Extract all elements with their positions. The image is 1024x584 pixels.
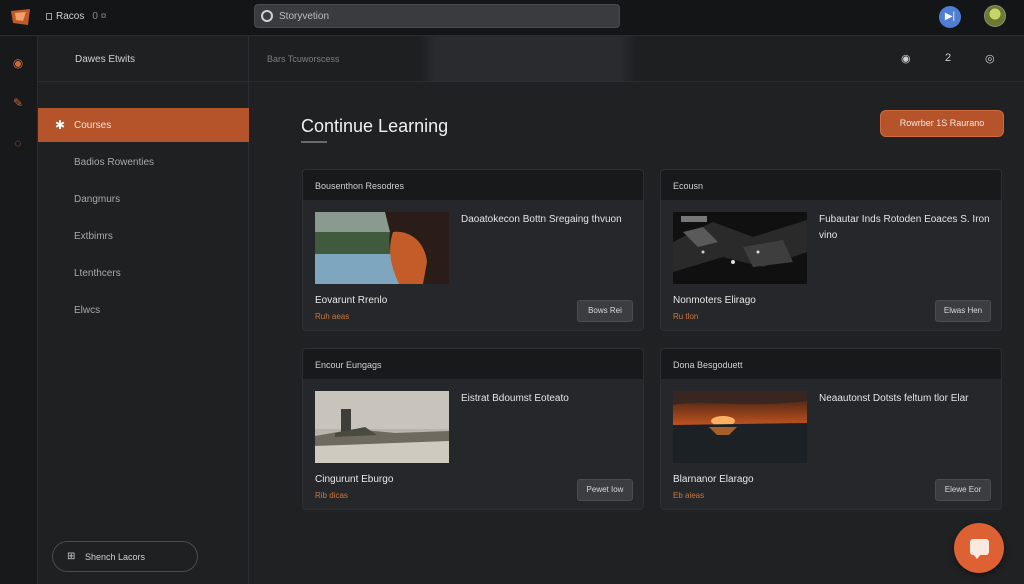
sidebar-item-label: Badios Rowenties: [74, 157, 155, 168]
card-button[interactable]: Pewet Iow: [577, 479, 633, 501]
main-content: Bars Tcuworscess ◉ 2 ◎ Continue Learning…: [249, 36, 1024, 584]
card-meta: Rib dicas: [315, 491, 348, 500]
user-avatar[interactable]: [984, 5, 1006, 27]
card-header: Dona Besgoduett: [661, 349, 1001, 379]
sidebar-item-label: Elwcs: [74, 305, 101, 316]
course-card[interactable]: Bousenthon Resodres Daoatokecon Bottn Sr…: [302, 169, 644, 331]
course-card[interactable]: Dona Besgoduett Neaautonst Dotsts feltum…: [660, 348, 1002, 510]
page-title: Continue Learning: [301, 116, 449, 136]
icon-rail: ◉ ✎ ◌: [0, 36, 38, 584]
course-card[interactable]: Encour Eungags Eistrat Bdoumst Eoteato C…: [302, 348, 644, 510]
card-meta: Ru tlon: [673, 312, 699, 321]
breadcrumb[interactable]: Bars Tcuworscess: [267, 54, 339, 64]
sidebar-item-4[interactable]: Extbimrs: [38, 219, 249, 253]
course-thumbnail: [673, 391, 807, 463]
card-description: Fubautar Inds Rotoden Eoaces S. Iron vin…: [819, 214, 990, 241]
app-title: Racos 0 ¤: [46, 11, 106, 22]
card-button[interactable]: Elwas Hen: [935, 300, 991, 322]
card-title: Nonmoters Elirago: [673, 295, 756, 306]
cta-button[interactable]: Rowrber 1S Raurano: [880, 110, 1004, 137]
chat-fab-button[interactable]: [954, 523, 1004, 573]
card-title: Eovarunt Rrenlo: [315, 295, 388, 306]
title-underline: [301, 141, 327, 143]
sidebar-footer-button[interactable]: ⊞ Shench Lacors: [52, 541, 198, 572]
settings-icon[interactable]: ◉: [901, 52, 911, 65]
sidebar-item-label: Ltenthcers: [74, 268, 121, 279]
card-title: Blarnanor Elarago: [673, 474, 754, 485]
card-description: Daoatokecon Bottn Sregaing thvuon: [461, 214, 622, 225]
window-icon: [46, 13, 52, 20]
sidebar-item-5[interactable]: Ltenthcers: [38, 256, 249, 290]
help-icon[interactable]: ◎: [985, 52, 995, 65]
card-button[interactable]: Elewe Eor: [935, 479, 991, 501]
sidebar-item-courses[interactable]: ✱ Courses: [38, 108, 249, 142]
search-bar[interactable]: [254, 4, 620, 28]
course-thumbnail: [673, 212, 807, 284]
sidebar-header: Dawes Etwits: [38, 36, 248, 82]
course-thumbnail: [315, 212, 449, 284]
sidebar: Dawes Etwits ✱ Courses Badios Rowenties …: [38, 36, 249, 584]
chat-bubble-icon: [970, 539, 989, 559]
main-header: Bars Tcuworscess ◉ 2 ◎: [249, 36, 1024, 82]
card-header: Ecousn: [661, 170, 1001, 200]
card-meta: Eb aieas: [673, 491, 705, 500]
sidebar-item-6[interactable]: Elwcs: [38, 293, 249, 327]
media-button[interactable]: ▶|: [939, 6, 961, 28]
notification-count[interactable]: 2: [945, 52, 951, 64]
card-title: Cingurunt Eburgo: [315, 474, 394, 485]
sidebar-item-2[interactable]: Badios Rowenties: [38, 145, 249, 179]
card-description: Neaautonst Dotsts feltum tlor Elar: [819, 393, 969, 404]
card-header: Encour Eungags: [303, 349, 643, 379]
grid-icon: ⊞: [67, 551, 76, 562]
card-meta: Ruh aeas: [315, 312, 350, 321]
top-bar: Racos0 ¤ ▶|: [0, 0, 1024, 36]
app-logo-icon[interactable]: [10, 8, 32, 26]
home-icon[interactable]: ◉: [11, 56, 25, 70]
card-description: Eistrat Bdoumst Eoteato: [461, 393, 569, 404]
card-header: Bousenthon Resodres: [303, 170, 643, 200]
search-input[interactable]: [279, 9, 599, 23]
sidebar-item-3[interactable]: Dangmurs: [38, 182, 249, 216]
course-card[interactable]: Ecousn Fubautar Inds Rotoden Eoaces S. I…: [660, 169, 1002, 331]
bell-icon[interactable]: ◌: [11, 136, 25, 150]
card-button[interactable]: Bows Rei: [577, 300, 633, 322]
footer-button-label: Shench Lacors: [85, 552, 146, 562]
search-icon: [261, 10, 273, 22]
sidebar-item-label: Courses: [74, 120, 112, 131]
star-icon: ✱: [55, 118, 66, 132]
course-thumbnail: [315, 391, 449, 463]
edit-icon[interactable]: ✎: [11, 96, 25, 110]
sidebar-item-label: Extbimrs: [74, 231, 113, 242]
sidebar-item-label: Dangmurs: [74, 194, 121, 205]
